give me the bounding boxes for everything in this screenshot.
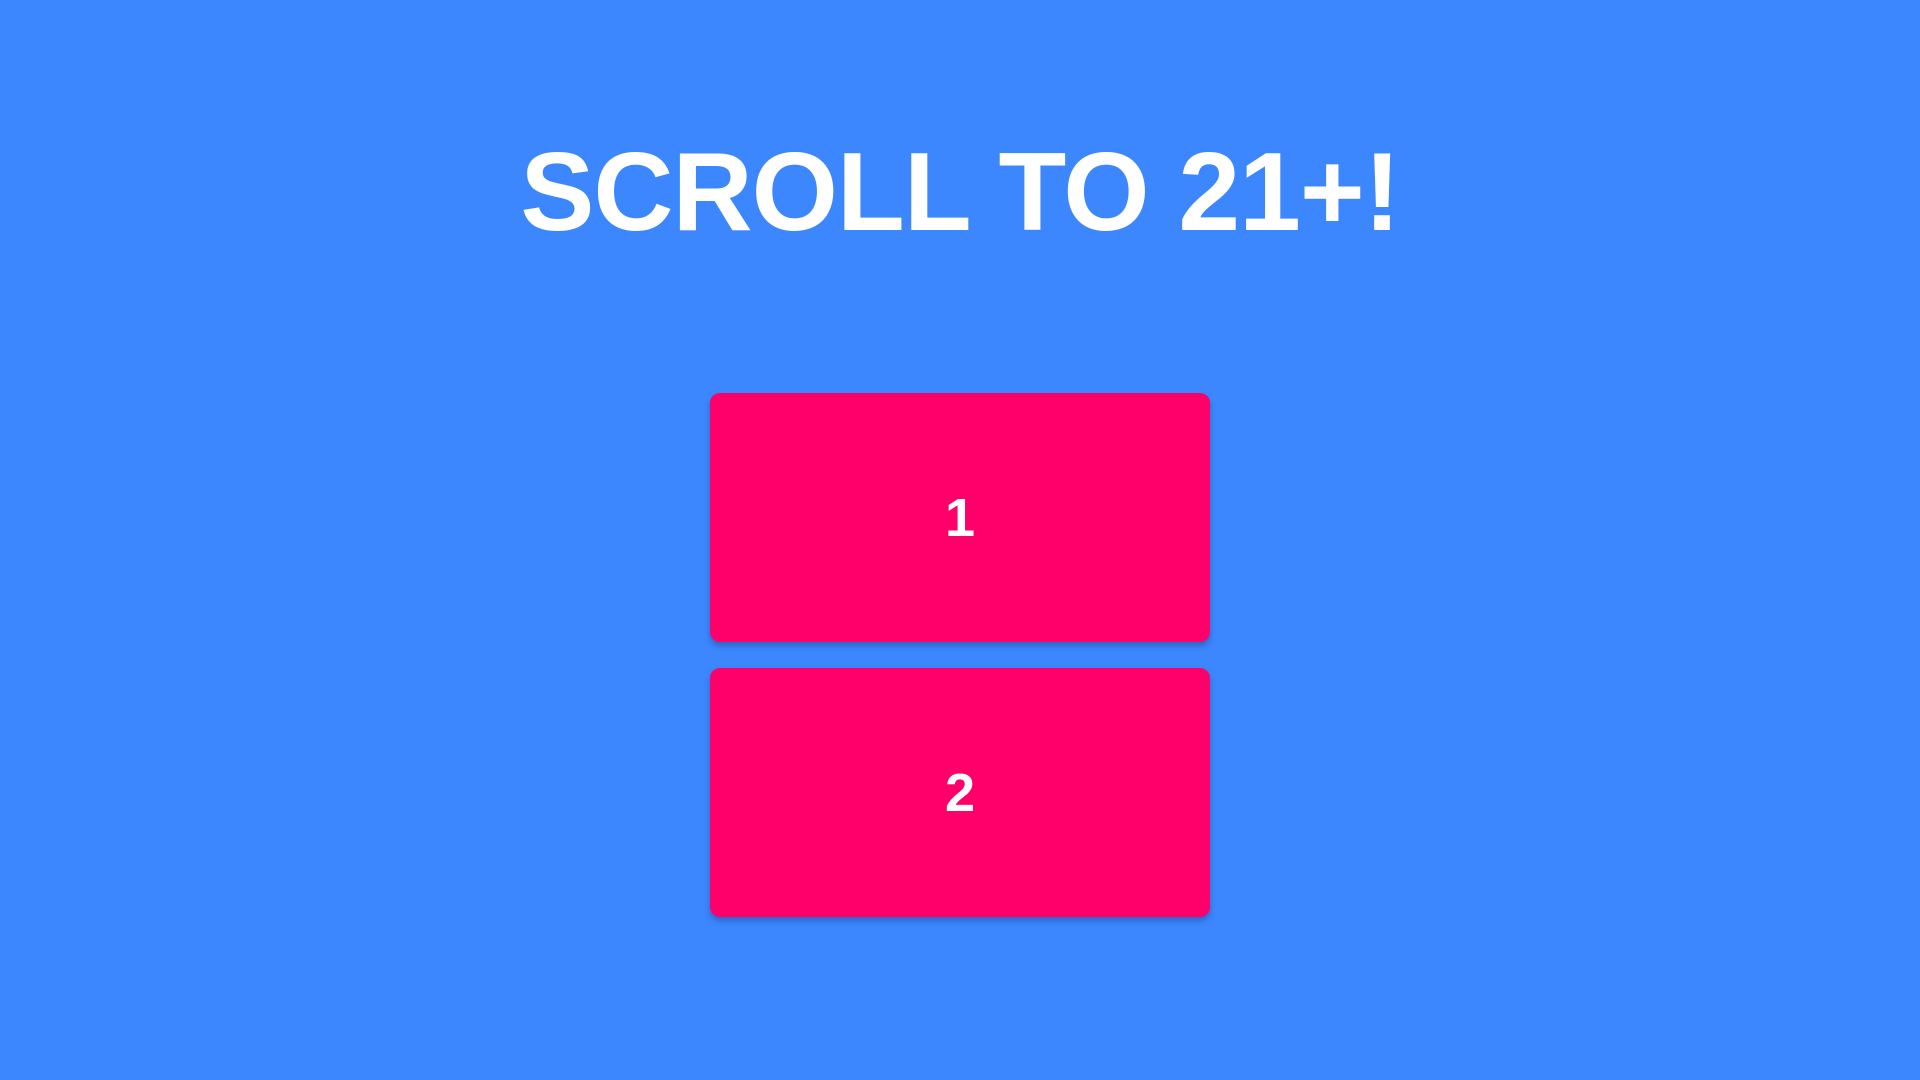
scroll-page[interactable]: SCROLL TO 21+! 1 2: [0, 0, 1920, 1080]
card-list[interactable]: 1 2: [710, 393, 1210, 943]
card-label: 1: [944, 487, 976, 548]
card-label: 2: [944, 762, 976, 823]
card-1: 1: [710, 393, 1210, 642]
page-title: SCROLL TO 21+!: [520, 130, 1400, 254]
card-2: 2: [710, 668, 1210, 917]
